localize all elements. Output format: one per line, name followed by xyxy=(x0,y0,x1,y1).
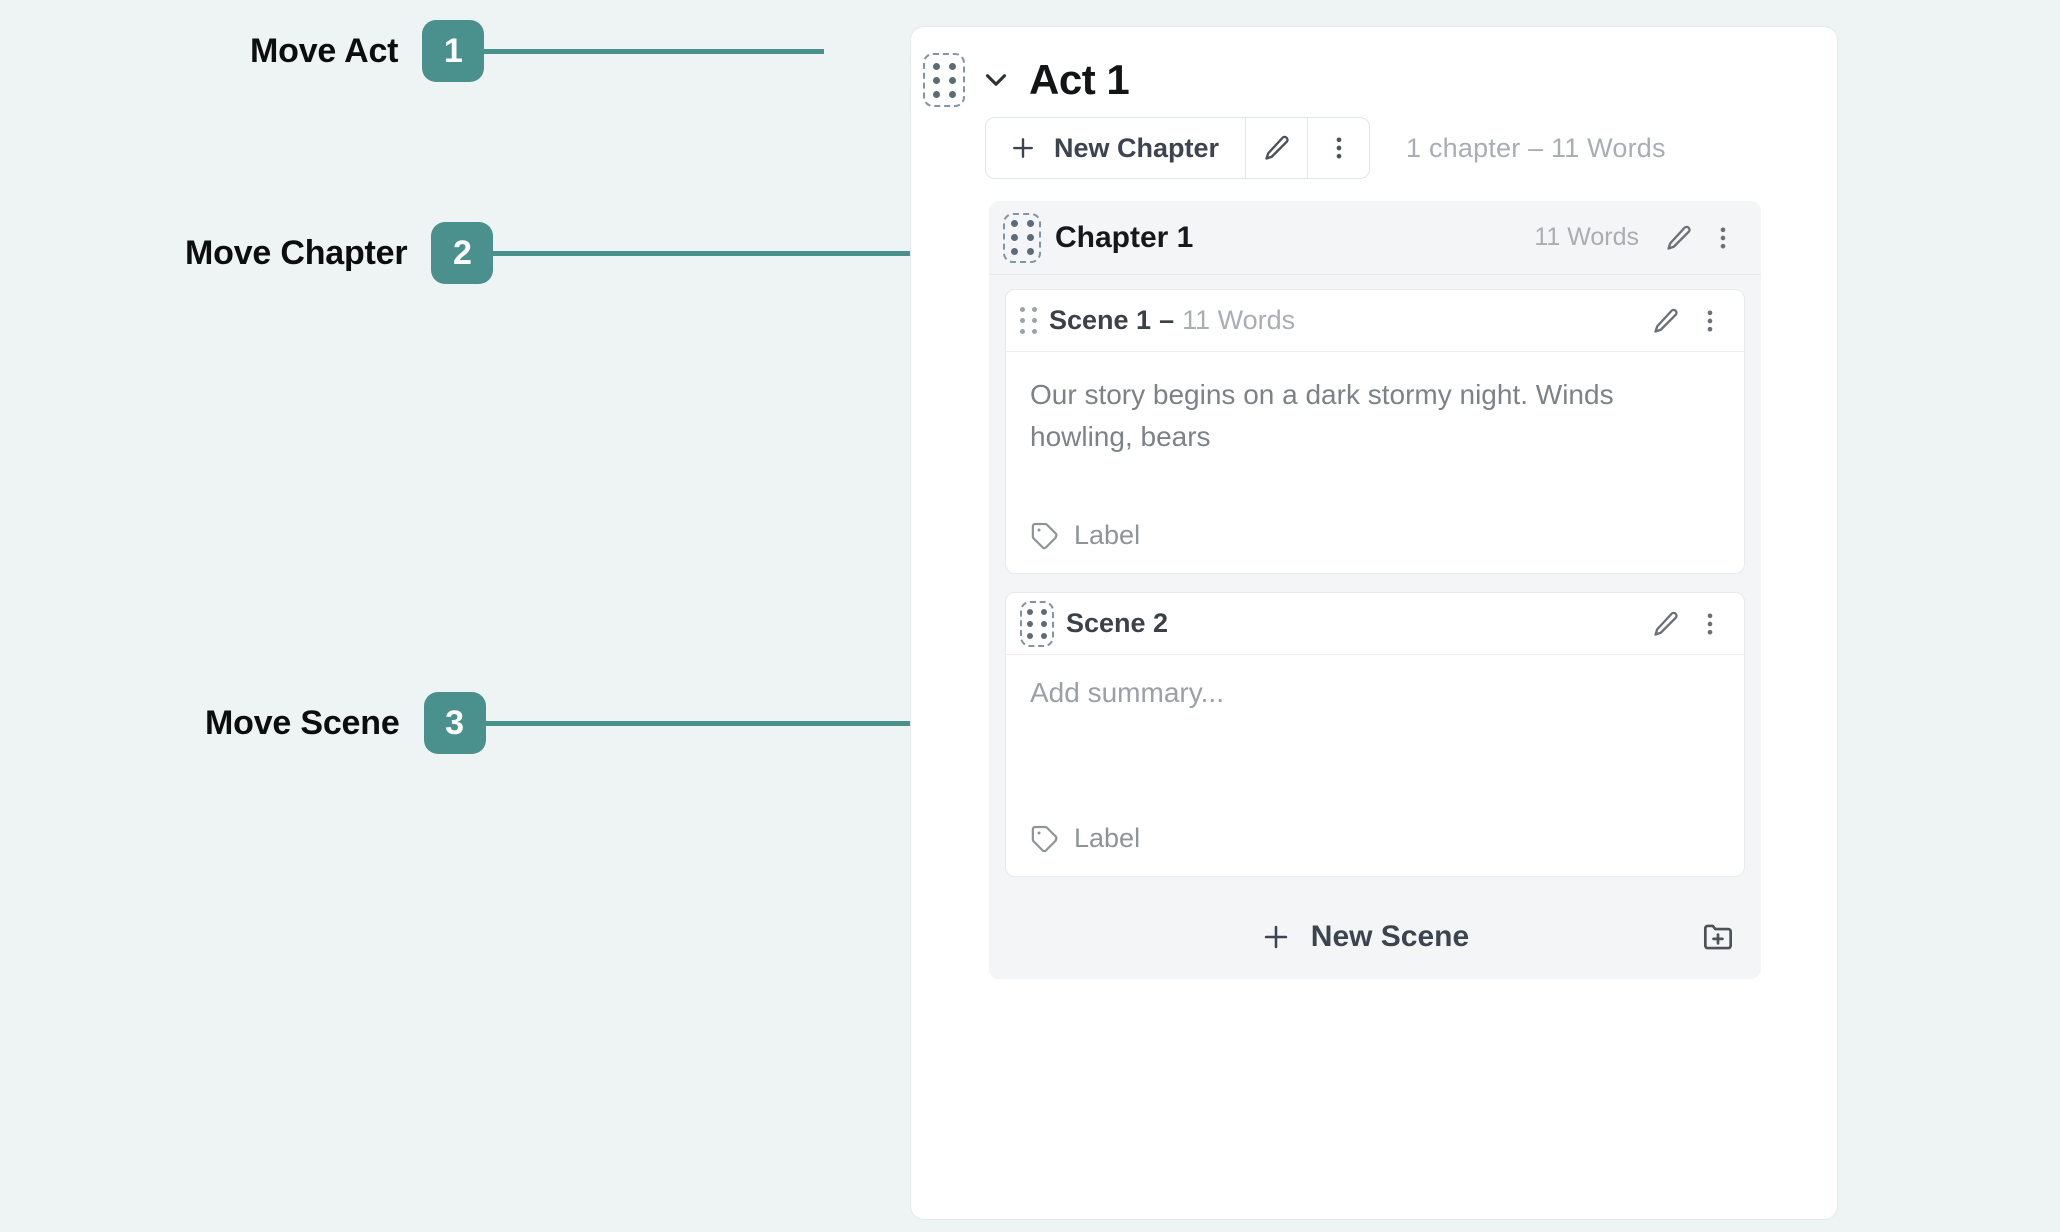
act-header: Act 1 xyxy=(911,27,1837,111)
chapter-title: Chapter 1 xyxy=(1055,220,1194,254)
chapter-edit-button[interactable] xyxy=(1657,216,1701,260)
annotation-label-3: Move Scene xyxy=(205,703,400,742)
chapter-footer: New Scene xyxy=(989,895,1761,979)
tag-icon xyxy=(1030,521,1060,551)
pencil-icon xyxy=(1263,134,1291,162)
scene-header: Scene 2 xyxy=(1006,593,1744,655)
scene-label-button[interactable]: Label xyxy=(1074,520,1140,551)
chapter-header: Chapter 1 11 Words xyxy=(989,201,1761,275)
scene-title: Scene 1 xyxy=(1049,305,1152,335)
scene-card: Scene 1 – 11 Words Our story begins on a… xyxy=(1005,289,1745,574)
annotation-badge-1: 1 xyxy=(422,20,485,82)
kebab-menu-icon xyxy=(1696,307,1724,335)
drag-dots-icon xyxy=(1010,220,1034,255)
act-drag-handle[interactable] xyxy=(923,53,965,107)
scene-summary-text: Our story begins on a dark stormy night.… xyxy=(1030,379,1614,452)
scene-drag-handle[interactable] xyxy=(1020,307,1037,334)
scene-drag-handle[interactable] xyxy=(1020,600,1054,647)
kebab-menu-icon xyxy=(1325,134,1353,162)
scene-summary-area[interactable]: Our story begins on a dark stormy night.… xyxy=(1006,352,1744,520)
scene-more-button[interactable] xyxy=(1688,602,1732,646)
scene-card: Scene 2 Add summary... Label xyxy=(1005,592,1745,877)
scene-summary-placeholder: Add summary... xyxy=(1030,677,1224,708)
kebab-menu-icon xyxy=(1709,224,1737,252)
scene-label-button[interactable]: Label xyxy=(1074,823,1140,854)
drag-dots-icon xyxy=(932,62,956,98)
scene-list: Scene 1 – 11 Words Our story begins on a… xyxy=(989,275,1761,877)
act-edit-button[interactable] xyxy=(1245,118,1308,178)
new-scene-button[interactable]: New Scene xyxy=(1259,920,1469,954)
new-scene-label: New Scene xyxy=(1310,920,1470,953)
tag-icon xyxy=(1030,824,1060,854)
act-toolbar: New Chapter 1 chapter – 11 Words xyxy=(911,111,1837,179)
pencil-icon xyxy=(1652,307,1680,335)
chevron-down-icon[interactable] xyxy=(979,63,1013,97)
scene-summary-area[interactable]: Add summary... xyxy=(1006,655,1744,823)
outline-panel: Act 1 New Chapter 1 chapter – 11 Words C… xyxy=(910,26,1838,1220)
pencil-icon xyxy=(1652,610,1680,638)
scene-edit-button[interactable] xyxy=(1644,299,1688,343)
folder-plus-icon xyxy=(1699,918,1737,956)
chapter-drag-handle[interactable] xyxy=(1003,212,1041,263)
annotation-move-chapter: Move Chapter 2 xyxy=(185,222,986,284)
plus-icon xyxy=(1008,133,1038,163)
annotation-move-scene: Move Scene 3 xyxy=(205,692,1026,754)
chapter-word-count: 11 Words xyxy=(1534,223,1639,251)
annotation-badge-3: 3 xyxy=(423,692,486,754)
plus-icon xyxy=(1259,920,1293,954)
scene-header: Scene 1 – 11 Words xyxy=(1006,290,1744,352)
chapter-more-button[interactable] xyxy=(1701,216,1745,260)
screenshot-root: Move Act 1 Move Chapter 2 Move Scene 3 A… xyxy=(0,0,2060,1232)
chapter-block: Chapter 1 11 Words Scene 1 – 11 Words Ou… xyxy=(989,201,1761,979)
new-chapter-label: New Chapter xyxy=(1054,132,1220,163)
annotation-move-act: Move Act 1 xyxy=(250,20,825,82)
drag-dots-icon xyxy=(1027,608,1047,639)
scene-footer: Label xyxy=(1006,823,1744,876)
annotation-badge-2: 2 xyxy=(431,222,494,284)
annotation-leader-line-1 xyxy=(484,48,825,54)
new-chapter-button[interactable]: New Chapter xyxy=(986,118,1246,178)
act-title: Act 1 xyxy=(1029,56,1130,103)
scene-more-button[interactable] xyxy=(1688,299,1732,343)
scene-edit-button[interactable] xyxy=(1644,602,1688,646)
annotation-label-2: Move Chapter xyxy=(185,233,408,272)
scene-title: Scene 2 xyxy=(1066,608,1169,638)
scene-word-count: 11 Words xyxy=(1182,305,1296,335)
scene-separator: – xyxy=(1159,305,1175,335)
annotation-label-1: Move Act xyxy=(250,31,399,70)
act-more-button[interactable] xyxy=(1307,118,1370,178)
pencil-icon xyxy=(1665,224,1693,252)
scene-footer: Label xyxy=(1006,520,1744,573)
new-folder-button[interactable] xyxy=(1699,918,1737,956)
kebab-menu-icon xyxy=(1696,610,1724,638)
act-button-group: New Chapter xyxy=(985,117,1371,179)
act-meta-summary: 1 chapter – 11 Words xyxy=(1406,132,1666,163)
